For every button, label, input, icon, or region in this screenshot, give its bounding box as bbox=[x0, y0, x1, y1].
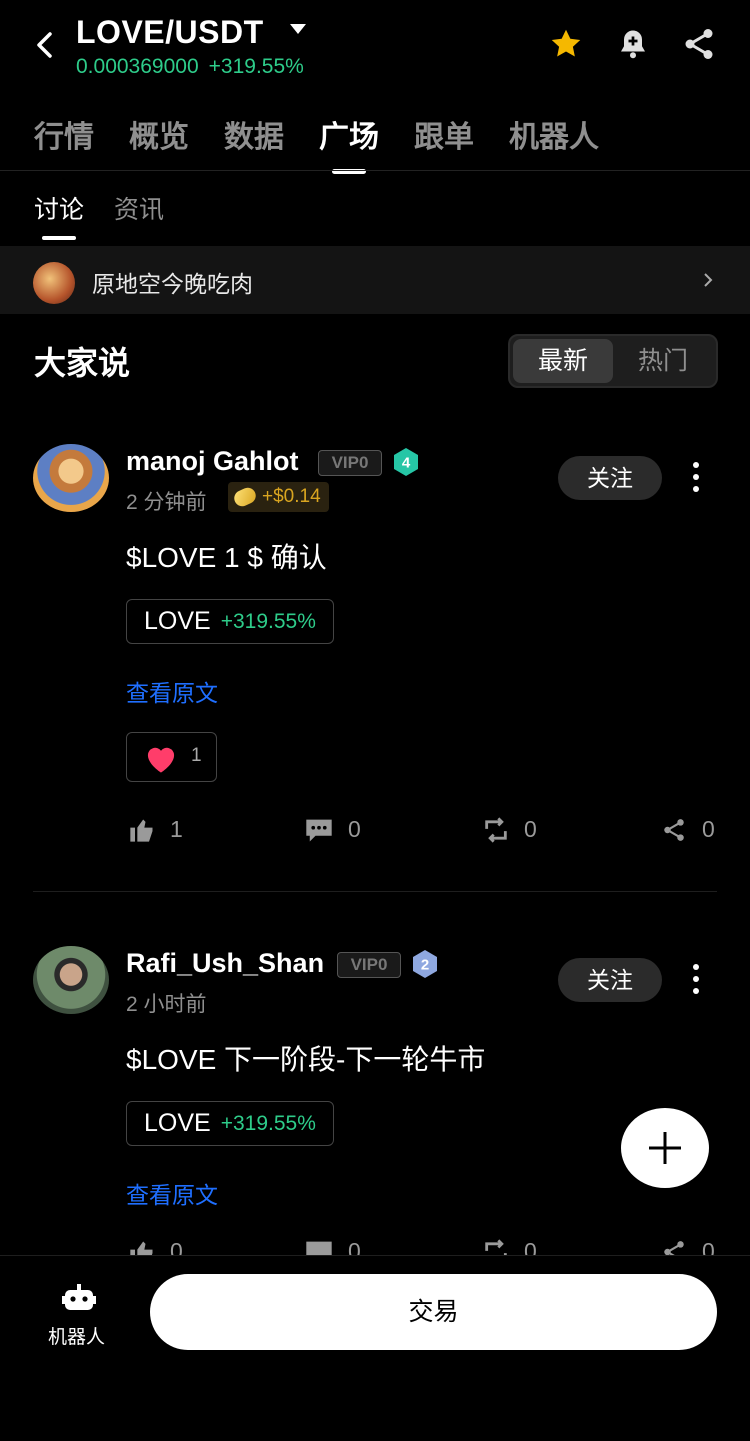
heart-icon bbox=[147, 747, 175, 773]
create-post-plus-button[interactable] bbox=[621, 1108, 709, 1188]
tab-square[interactable]: 广场 bbox=[319, 112, 379, 156]
tip-badge: +$0.14 bbox=[228, 482, 329, 512]
follow-button[interactable]: 关注 bbox=[558, 456, 662, 500]
ticker-chip[interactable]: LOVE +319.55% bbox=[126, 1101, 334, 1146]
avatar[interactable] bbox=[33, 946, 109, 1014]
repost-count: 0 bbox=[524, 816, 537, 842]
follow-button[interactable]: 关注 bbox=[558, 958, 662, 1002]
thumbs-up-icon bbox=[130, 819, 153, 842]
chevron-right-icon bbox=[704, 273, 713, 287]
view-original-link[interactable]: 查看原文 bbox=[126, 674, 218, 708]
vip-badge: VIP0 bbox=[318, 450, 382, 476]
level-number: 4 bbox=[402, 455, 411, 472]
share-post-button[interactable]: 0 bbox=[660, 816, 715, 843]
author-name[interactable]: Rafi_Ush_Shan bbox=[126, 948, 324, 979]
more-options-icon[interactable] bbox=[690, 964, 702, 998]
share-icon[interactable] bbox=[680, 26, 718, 62]
post-content: $LOVE 下一阶段-下一轮牛市 bbox=[126, 1044, 486, 1075]
ticker-change: +319.55% bbox=[220, 609, 316, 633]
avatar[interactable] bbox=[33, 444, 109, 512]
share-icon bbox=[664, 818, 684, 841]
ticker-symbol: LOVE bbox=[144, 1109, 211, 1137]
tab-bot[interactable]: 机器人 bbox=[509, 112, 599, 156]
tip-amount: +$0.14 bbox=[262, 486, 321, 507]
trade-button[interactable]: 交易 bbox=[150, 1274, 717, 1350]
robot-label[interactable]: 机器人 bbox=[48, 1322, 105, 1349]
bottom-action-bar: 机器人 交易 bbox=[0, 1255, 750, 1441]
reaction-count: 1 bbox=[191, 745, 202, 766]
comment-button[interactable]: 0 bbox=[304, 816, 361, 843]
trading-pair-title[interactable]: LOVE/USDT bbox=[76, 14, 264, 51]
tab-copy-trading[interactable]: 跟单 bbox=[414, 112, 474, 156]
like-button[interactable]: 1 bbox=[128, 816, 183, 843]
more-options-icon[interactable] bbox=[690, 462, 702, 496]
repost-button[interactable]: 0 bbox=[482, 816, 537, 843]
banner-text: 原地空今晚吃肉 bbox=[92, 271, 253, 297]
ticker-chip[interactable]: LOVE +319.55% bbox=[126, 599, 334, 644]
tab-market[interactable]: 行情 bbox=[34, 112, 94, 156]
like-count: 1 bbox=[170, 816, 183, 842]
robot-icon[interactable] bbox=[62, 1284, 96, 1314]
level-number: 2 bbox=[421, 957, 429, 974]
ticker-symbol: LOVE bbox=[144, 607, 211, 635]
favorite-star-icon[interactable] bbox=[547, 26, 585, 62]
view-original-link[interactable]: 查看原文 bbox=[126, 1176, 218, 1210]
comment-icon bbox=[306, 819, 332, 842]
back-arrow-icon[interactable] bbox=[30, 28, 62, 62]
sort-toggle: 最新 热门 bbox=[508, 334, 718, 388]
share-count: 0 bbox=[702, 816, 715, 842]
price-change: +319.55% bbox=[208, 55, 304, 78]
tab-overview[interactable]: 概览 bbox=[129, 112, 189, 156]
divider bbox=[0, 170, 750, 171]
post-divider bbox=[33, 891, 717, 892]
section-title: 大家说 bbox=[34, 345, 131, 381]
vip-badge: VIP0 bbox=[337, 952, 401, 978]
level-badge-icon: 4 bbox=[394, 448, 418, 476]
post-time: 2 小时前 bbox=[126, 993, 207, 1016]
level-badge-icon: 2 bbox=[413, 950, 437, 978]
subtab-discussion[interactable]: 讨论 bbox=[34, 190, 84, 226]
sub-tab-bar: 讨论 资讯 bbox=[34, 190, 194, 226]
price-alert-bell-icon[interactable] bbox=[614, 26, 652, 62]
post-actions: 1 0 0 0 bbox=[0, 816, 750, 846]
subtab-news[interactable]: 资讯 bbox=[114, 190, 164, 226]
post-content: $LOVE 1 $ 确认 bbox=[126, 542, 327, 573]
sort-latest-button[interactable]: 最新 bbox=[513, 339, 613, 383]
coin-icon bbox=[231, 485, 259, 509]
main-tab-bar: 行情 概览 数据 广场 跟单 机器人 bbox=[34, 112, 634, 156]
repost-icon bbox=[485, 816, 507, 843]
ticker-change: +319.55% bbox=[220, 1111, 316, 1135]
heart-reaction[interactable]: 1 bbox=[126, 732, 217, 782]
author-name[interactable]: manoj Gahlot bbox=[126, 446, 299, 477]
pair-dropdown-caret-icon[interactable] bbox=[290, 24, 306, 34]
current-price: 0.000369000 bbox=[76, 55, 199, 78]
avatar bbox=[33, 262, 75, 304]
post-time: 2 分钟前 bbox=[126, 491, 207, 514]
price-row: 0.000369000 +319.55% bbox=[76, 55, 304, 79]
tab-data[interactable]: 数据 bbox=[224, 112, 284, 156]
sort-hot-button[interactable]: 热门 bbox=[613, 339, 713, 383]
featured-post-banner[interactable]: 原地空今晚吃肉 bbox=[0, 246, 750, 314]
comment-count: 0 bbox=[348, 816, 361, 842]
